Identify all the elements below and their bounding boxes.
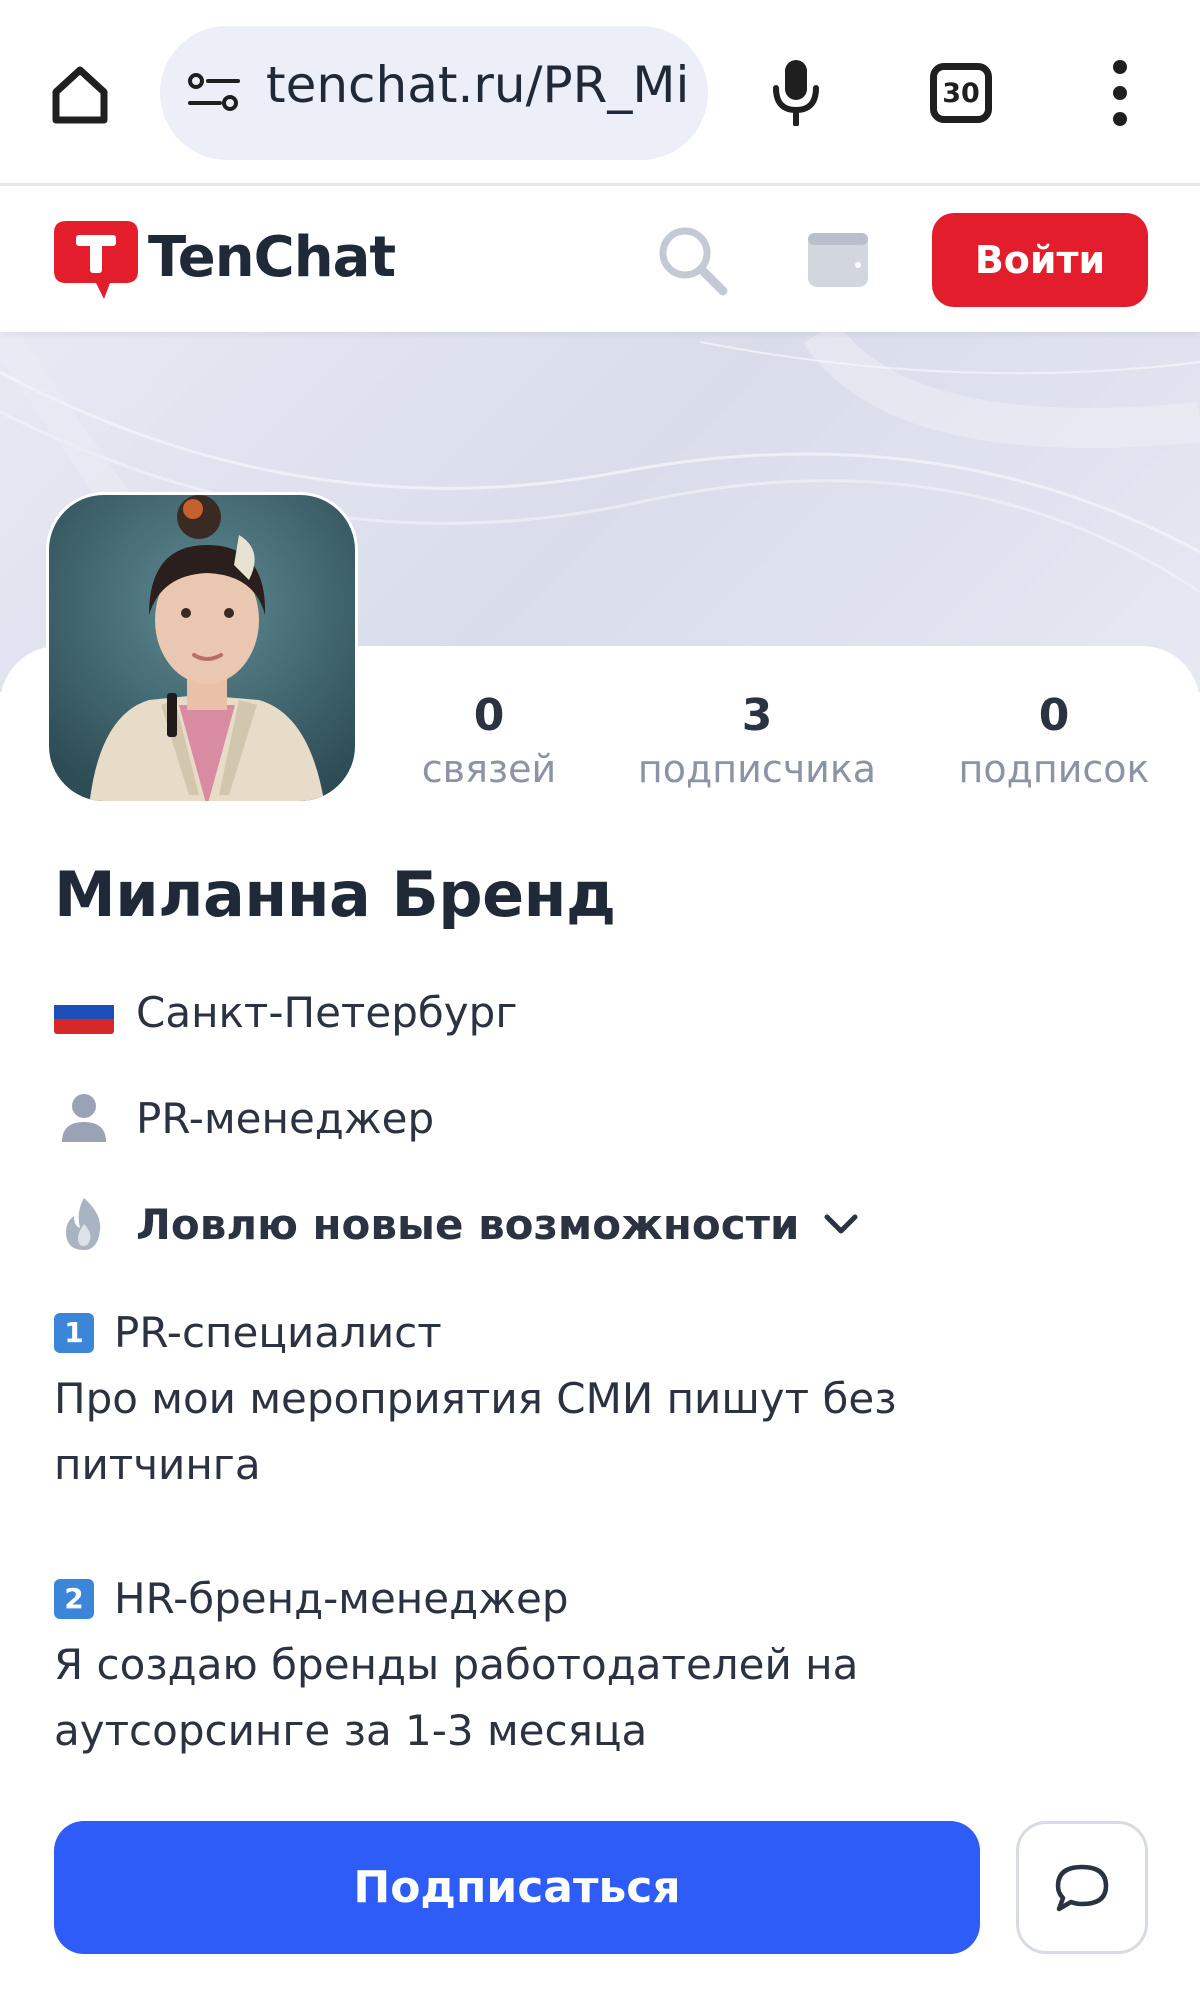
menu-dot [1113, 86, 1127, 100]
position-text: PR-менеджер [136, 1093, 435, 1143]
status-row[interactable]: Ловлю новые возможности [54, 1196, 861, 1252]
menu-dot [1113, 112, 1127, 126]
browser-toolbar: tenchat.ru/PR_Mi 30 [0, 0, 1200, 186]
about-title-line: 2 HR-бренд-менеджер [54, 1566, 1146, 1632]
avatar-photo [49, 495, 355, 801]
stat-label: подписчика [637, 747, 877, 791]
stat-value: 0 [1038, 690, 1070, 741]
search-icon [659, 227, 728, 296]
stat-connections[interactable]: 0 связей [420, 688, 558, 794]
stat-followers[interactable]: 3 подписчика [636, 688, 878, 794]
mic-icon [773, 60, 819, 126]
more-vert-icon[interactable] [1100, 60, 1140, 126]
avatar[interactable] [46, 492, 358, 804]
home-icon [52, 66, 108, 124]
keycap-one-icon: 1 [54, 1313, 94, 1353]
person-icon [62, 1094, 106, 1142]
flame-icon [66, 1198, 101, 1250]
about-title-line: 1 PR-специалист [54, 1300, 1146, 1366]
status-text: Ловлю новые возможности [136, 1199, 800, 1249]
message-button[interactable] [1016, 1821, 1148, 1954]
site-settings-icon[interactable] [186, 71, 242, 115]
menu-dot [1113, 60, 1127, 74]
profile-name: Миланна Бренд [54, 858, 616, 931]
tabs-count: 30 [942, 77, 980, 109]
subscribe-button[interactable]: Подписаться [54, 1821, 980, 1954]
about-block: 2 HR-бренд-менеджер Я создаю бренды рабо… [54, 1566, 1146, 1764]
login-button[interactable]: Войти [932, 213, 1148, 307]
chevron-down-icon[interactable] [821, 1204, 861, 1244]
stat-following[interactable]: 0 подписок [956, 688, 1152, 794]
city-row: Санкт-Петербург [54, 984, 517, 1040]
wallet-button[interactable] [806, 231, 870, 289]
about-block: 1 PR-специалист Про мои мероприятия СМИ … [54, 1300, 1146, 1498]
about-text-line: Я создаю бренды работодателей на [54, 1640, 859, 1689]
stat-value: 0 [473, 690, 505, 741]
chat-bubble-icon [1055, 1864, 1109, 1911]
logo-text[interactable]: TenChat [148, 225, 396, 290]
about-title: PR-специалист [114, 1308, 442, 1357]
about-title: HR-бренд-менеджер [114, 1574, 569, 1623]
address-bar[interactable]: tenchat.ru/PR_Mi [160, 26, 708, 160]
keycap-two-icon: 2 [54, 1579, 94, 1619]
tabs-button[interactable]: 30 [930, 63, 992, 123]
site-header: TenChat Войти [0, 189, 1200, 332]
tenchat-logo-icon[interactable] [52, 219, 140, 301]
position-row: PR-менеджер [54, 1090, 434, 1146]
voice-search-button[interactable] [760, 52, 832, 132]
stat-label: связей [421, 747, 557, 791]
about-text-line: Про мои мероприятия СМИ пишут без [54, 1374, 897, 1423]
home-button[interactable] [44, 58, 116, 130]
russia-flag-icon [54, 990, 114, 1034]
about-text-line: аутсорсинге за 1-3 месяца [54, 1706, 648, 1755]
city-text: Санкт-Петербург [136, 987, 518, 1037]
about-text-line: питчинга [54, 1440, 261, 1489]
url-text[interactable]: tenchat.ru/PR_Mi [266, 56, 689, 114]
search-button[interactable] [655, 223, 731, 299]
stat-label: подписок [958, 747, 1150, 791]
wallet-icon [808, 233, 868, 287]
stat-value: 3 [741, 690, 773, 741]
